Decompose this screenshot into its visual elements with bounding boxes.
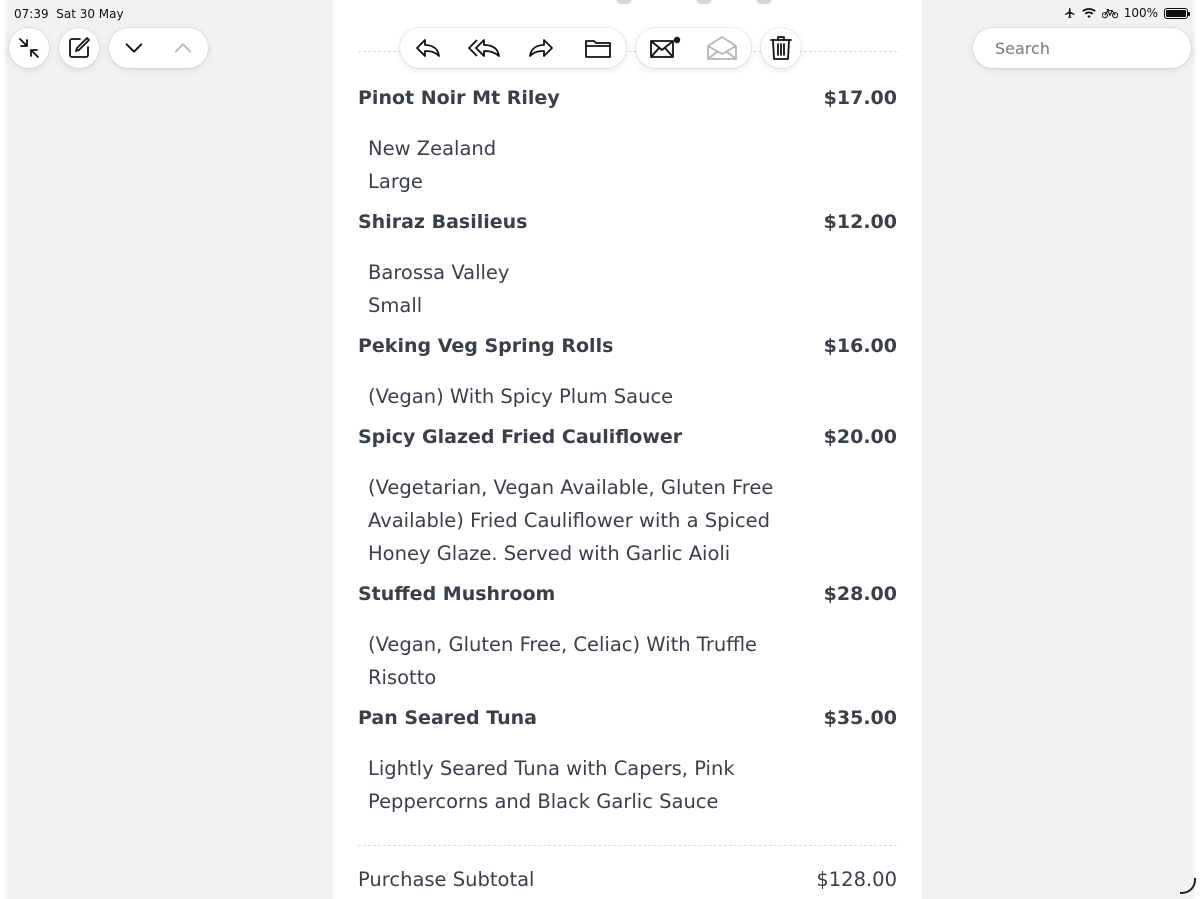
item-description-line: New Zealand [368, 137, 497, 160]
move-to-folder-button[interactable] [572, 28, 624, 68]
item-name: Peking Veg Spring Rolls [358, 335, 614, 357]
receipt-item: Shiraz Basilieus $12.00 Barossa Valley S… [358, 211, 897, 322]
next-message-button[interactable] [111, 28, 157, 68]
compose-icon [69, 37, 90, 58]
forward-icon [529, 39, 554, 57]
status-bar: 07:39 Sat 30 May 100% [0, 0, 1200, 28]
item-price: $35.00 [823, 707, 897, 729]
item-price: $17.00 [823, 87, 897, 109]
receipt-item: Peking Veg Spring Rolls $16.00 (Vegan) W… [358, 335, 897, 413]
item-description: Lightly Seared Tuna with Capers, Pink Pe… [358, 752, 897, 818]
subtotal-row: Purchase Subtotal $128.00 [358, 868, 897, 891]
collapse-button[interactable] [9, 28, 49, 68]
item-description-line: (Vegan) With Spicy Plum Sauce [368, 385, 674, 408]
item-description: (Vegan, Gluten Free, Celiac) With Truffl… [358, 628, 897, 694]
left-pane [5, 0, 333, 899]
read-status-toolbar [636, 28, 751, 68]
item-description: New Zealand Large [358, 132, 897, 198]
battery-icon [1164, 7, 1190, 19]
arrows-collapse-icon [19, 38, 39, 58]
item-description-line: Available) Fried Cauliflower with a Spic… [368, 509, 770, 532]
reply-icon [416, 39, 441, 57]
item-description: (Vegetarian, Vegan Available, Gluten Fre… [358, 471, 897, 570]
receipt-item: Pinot Noir Mt Riley $17.00 New Zealand L… [358, 87, 897, 198]
reply-all-icon [467, 39, 500, 57]
item-description-line: Small [368, 294, 423, 317]
receipt-item: Spicy Glazed Fried Cauliflower $20.00 (V… [358, 426, 897, 570]
item-description-line: Peppercorns and Black Garlic Sauce [368, 790, 719, 813]
right-pane [922, 0, 1195, 899]
envelope-open-icon [707, 36, 738, 60]
previous-message-button[interactable] [160, 28, 206, 68]
mark-unread-button[interactable] [639, 28, 691, 68]
status-time: 07:39 Sat 30 May [14, 7, 124, 21]
divider [358, 845, 897, 846]
item-description-line: Large [368, 170, 423, 193]
item-description: (Vegan) With Spicy Plum Sauce [358, 380, 897, 413]
item-name: Stuffed Mushroom [358, 583, 556, 605]
trash-icon [770, 36, 792, 60]
status-indicators: 100% [1064, 6, 1190, 20]
item-description-line: (Vegetarian, Vegan Available, Gluten Fre… [368, 476, 774, 499]
wifi-icon [1081, 7, 1096, 18]
item-description-line: Honey Glaze. Served with Garlic Aioli [368, 542, 731, 565]
reply-button[interactable] [402, 28, 454, 68]
subtotal-label: Purchase Subtotal [358, 868, 535, 891]
item-description-line: Risotto [368, 666, 437, 689]
receipt-item: Stuffed Mushroom $28.00 (Vegan, Gluten F… [358, 583, 897, 694]
folder-icon [584, 40, 611, 58]
subtotal-value: $128.00 [816, 868, 897, 891]
item-name: Pan Seared Tuna [358, 707, 537, 729]
trash-button[interactable] [761, 28, 801, 68]
chevron-down-icon [125, 43, 142, 53]
receipt-item: Pan Seared Tuna $35.00 Lightly Seared Tu… [358, 707, 897, 818]
battery-percent: 100% [1123, 6, 1158, 20]
message-navigation [109, 28, 208, 68]
item-price: $20.00 [823, 426, 897, 448]
item-description-line: (Vegan, Gluten Free, Celiac) With Truffl… [368, 633, 758, 656]
reply-all-button[interactable] [459, 28, 511, 68]
search-bar[interactable] [973, 28, 1195, 68]
item-price: $28.00 [823, 583, 897, 605]
item-price: $12.00 [823, 211, 897, 233]
mark-read-button[interactable] [696, 28, 748, 68]
item-name: Spicy Glazed Fried Cauliflower [358, 426, 683, 448]
item-description-line: Lightly Seared Tuna with Capers, Pink [368, 757, 735, 780]
search-input[interactable] [995, 38, 1195, 58]
forward-button[interactable] [515, 28, 567, 68]
item-price: $16.00 [823, 335, 897, 357]
airplane-icon [1064, 8, 1075, 18]
item-description-line: Barossa Valley [368, 261, 510, 284]
chevron-up-icon [175, 43, 192, 53]
item-name: Shiraz Basilieus [358, 211, 528, 233]
date: Sat 30 May [56, 7, 124, 21]
item-name: Pinot Noir Mt Riley [358, 87, 560, 109]
clock: 07:39 [14, 7, 49, 21]
email-message-body: Pinot Noir Mt Riley $17.00 New Zealand L… [333, 0, 922, 899]
message-actions-toolbar [400, 28, 626, 68]
bicycle-icon [1101, 8, 1118, 18]
right-edge [1195, 0, 1200, 899]
envelope-unread-icon [649, 36, 680, 58]
compose-button[interactable] [59, 28, 99, 68]
item-description: Barossa Valley Small [358, 256, 897, 322]
